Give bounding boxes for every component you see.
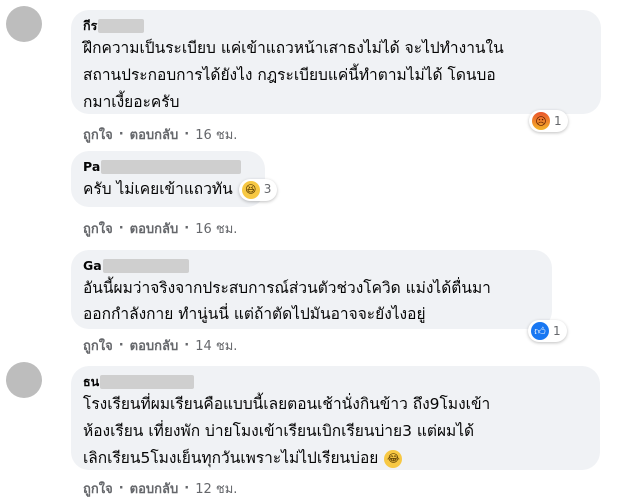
comment-line: ครับ ไม่เคยเข้าแถวทัน	[83, 180, 233, 198]
comment-time[interactable]: 14 ชม.	[195, 335, 237, 356]
separator-dot: ·	[184, 127, 190, 142]
redacted-name	[102, 259, 189, 273]
separator-dot: ·	[184, 338, 190, 353]
like-link[interactable]: ถูกใจ	[83, 124, 113, 145]
separator-dot: ·	[118, 338, 124, 353]
comment-bubble: ธน โรงเรียนที่ผมเรียนคือแบบนี้เลยตอนเช้า…	[71, 366, 600, 470]
reply-link[interactable]: ตอบกลับ	[130, 335, 179, 356]
separator-dot: ·	[118, 221, 124, 236]
comment-line: ฝึกความเป็นระเบียบ แค่เข้าแถวหน้าเสาธงไม…	[83, 39, 504, 57]
angry-reaction-icon: ☹	[532, 112, 550, 130]
reaction-count: 1	[554, 114, 562, 128]
comment-line: โรงเรียนที่ผมเรียนคือแบบนี้เลยตอนเช้านั่…	[83, 395, 491, 413]
comment-author-row: Ga	[83, 258, 540, 274]
avatar[interactable]	[6, 6, 42, 42]
comment-author-row: กีร	[83, 18, 589, 34]
comment-line: สถานประกอบการได้ยังไง กฎระเบียบแค่นี้ทำต…	[83, 66, 496, 84]
reaction-summary[interactable]: 👍︎ 1	[528, 320, 567, 342]
reaction-count: 3	[263, 182, 272, 196]
comment-line: ออกกำลังกาย ทำนู่นนี่ แต่ถ้าตัดไปมันอาจจ…	[83, 305, 426, 323]
reply-link[interactable]: ตอบกลับ	[130, 218, 179, 239]
separator-dot: ·	[184, 221, 190, 236]
like-link[interactable]: ถูกใจ	[83, 218, 113, 239]
comment-time[interactable]: 16 ชม.	[195, 218, 237, 239]
reaction-summary[interactable]: 😆 3	[238, 178, 278, 201]
avatar[interactable]	[6, 362, 42, 398]
comment-line-text: เลิกเรียน5โมงเย็นทุกวันเพราะไม่ไปเรียนบ่…	[83, 449, 379, 467]
like-link[interactable]: ถูกใจ	[83, 335, 113, 356]
comment-text: ฝึกความเป็นระเบียบ แค่เข้าแถวหน้าเสาธงไม…	[83, 35, 589, 116]
haha-reaction-icon: 😂	[384, 449, 403, 468]
reply-link[interactable]: ตอบกลับ	[130, 124, 179, 145]
comment-text: โรงเรียนที่ผมเรียนคือแบบนี้เลยตอนเช้านั่…	[83, 391, 588, 472]
redacted-name	[100, 375, 195, 389]
like-reaction-icon: 👍︎	[531, 322, 549, 340]
redacted-name	[98, 19, 145, 33]
like-link[interactable]: ถูกใจ	[83, 478, 113, 499]
reply-link[interactable]: ตอบกลับ	[130, 478, 179, 499]
separator-dot: ·	[118, 481, 124, 496]
comment-actions: ถูกใจ · ตอบกลับ · 14 ชม.	[83, 335, 237, 356]
comment-time[interactable]: 16 ชม.	[195, 124, 237, 145]
reaction-count: 1	[553, 324, 561, 338]
comment-time[interactable]: 12 ชม.	[195, 478, 237, 499]
comment-author-row: ธน	[83, 374, 588, 390]
reaction-summary[interactable]: ☹ 1	[529, 110, 568, 132]
comment-line: เลิกเรียน5โมงเย็นทุกวันเพราะไม่ไปเรียนบ่…	[83, 445, 588, 472]
comment-author-row: Pa	[83, 159, 253, 175]
comment-text: อันนี้ผมว่าจริงจากประสบการณ์ส่วนตัวช่วงโ…	[83, 275, 540, 327]
comment-actions: ถูกใจ · ตอบกลับ · 16 ชม.	[83, 218, 237, 239]
comment-author[interactable]: Pa	[83, 159, 100, 175]
comment-author[interactable]: กีร	[83, 18, 97, 34]
comment-author[interactable]: Ga	[83, 258, 102, 274]
comment-bubble: กีร ฝึกความเป็นระเบียบ แค่เข้าแถวหน้าเสา…	[71, 10, 601, 114]
separator-dot: ·	[118, 127, 124, 142]
separator-dot: ·	[184, 481, 190, 496]
comment-bubble: Pa ครับ ไม่เคยเข้าแถวทัน 😆 3	[71, 151, 278, 207]
comment-text: ครับ ไม่เคยเข้าแถวทัน 😆 3	[83, 176, 278, 203]
comment-line: กมาเงี้ยอะครับ	[83, 93, 180, 111]
redacted-name	[101, 160, 242, 174]
comment-actions: ถูกใจ · ตอบกลับ · 12 ชม.	[83, 478, 237, 499]
comment-line: อันนี้ผมว่าจริงจากประสบการณ์ส่วนตัวช่วงโ…	[83, 279, 491, 297]
comment-actions: ถูกใจ · ตอบกลับ · 16 ชม.	[83, 124, 237, 145]
comment-line: ห้องเรียน เที่ยงพัก บ่ายโมงเข้าเรียนเบิก…	[83, 422, 475, 440]
comment-author[interactable]: ธน	[83, 374, 99, 390]
haha-reaction-icon: 😆	[241, 180, 260, 199]
comment-bubble: Ga อันนี้ผมว่าจริงจากประสบการณ์ส่วนตัวช่…	[71, 250, 552, 329]
